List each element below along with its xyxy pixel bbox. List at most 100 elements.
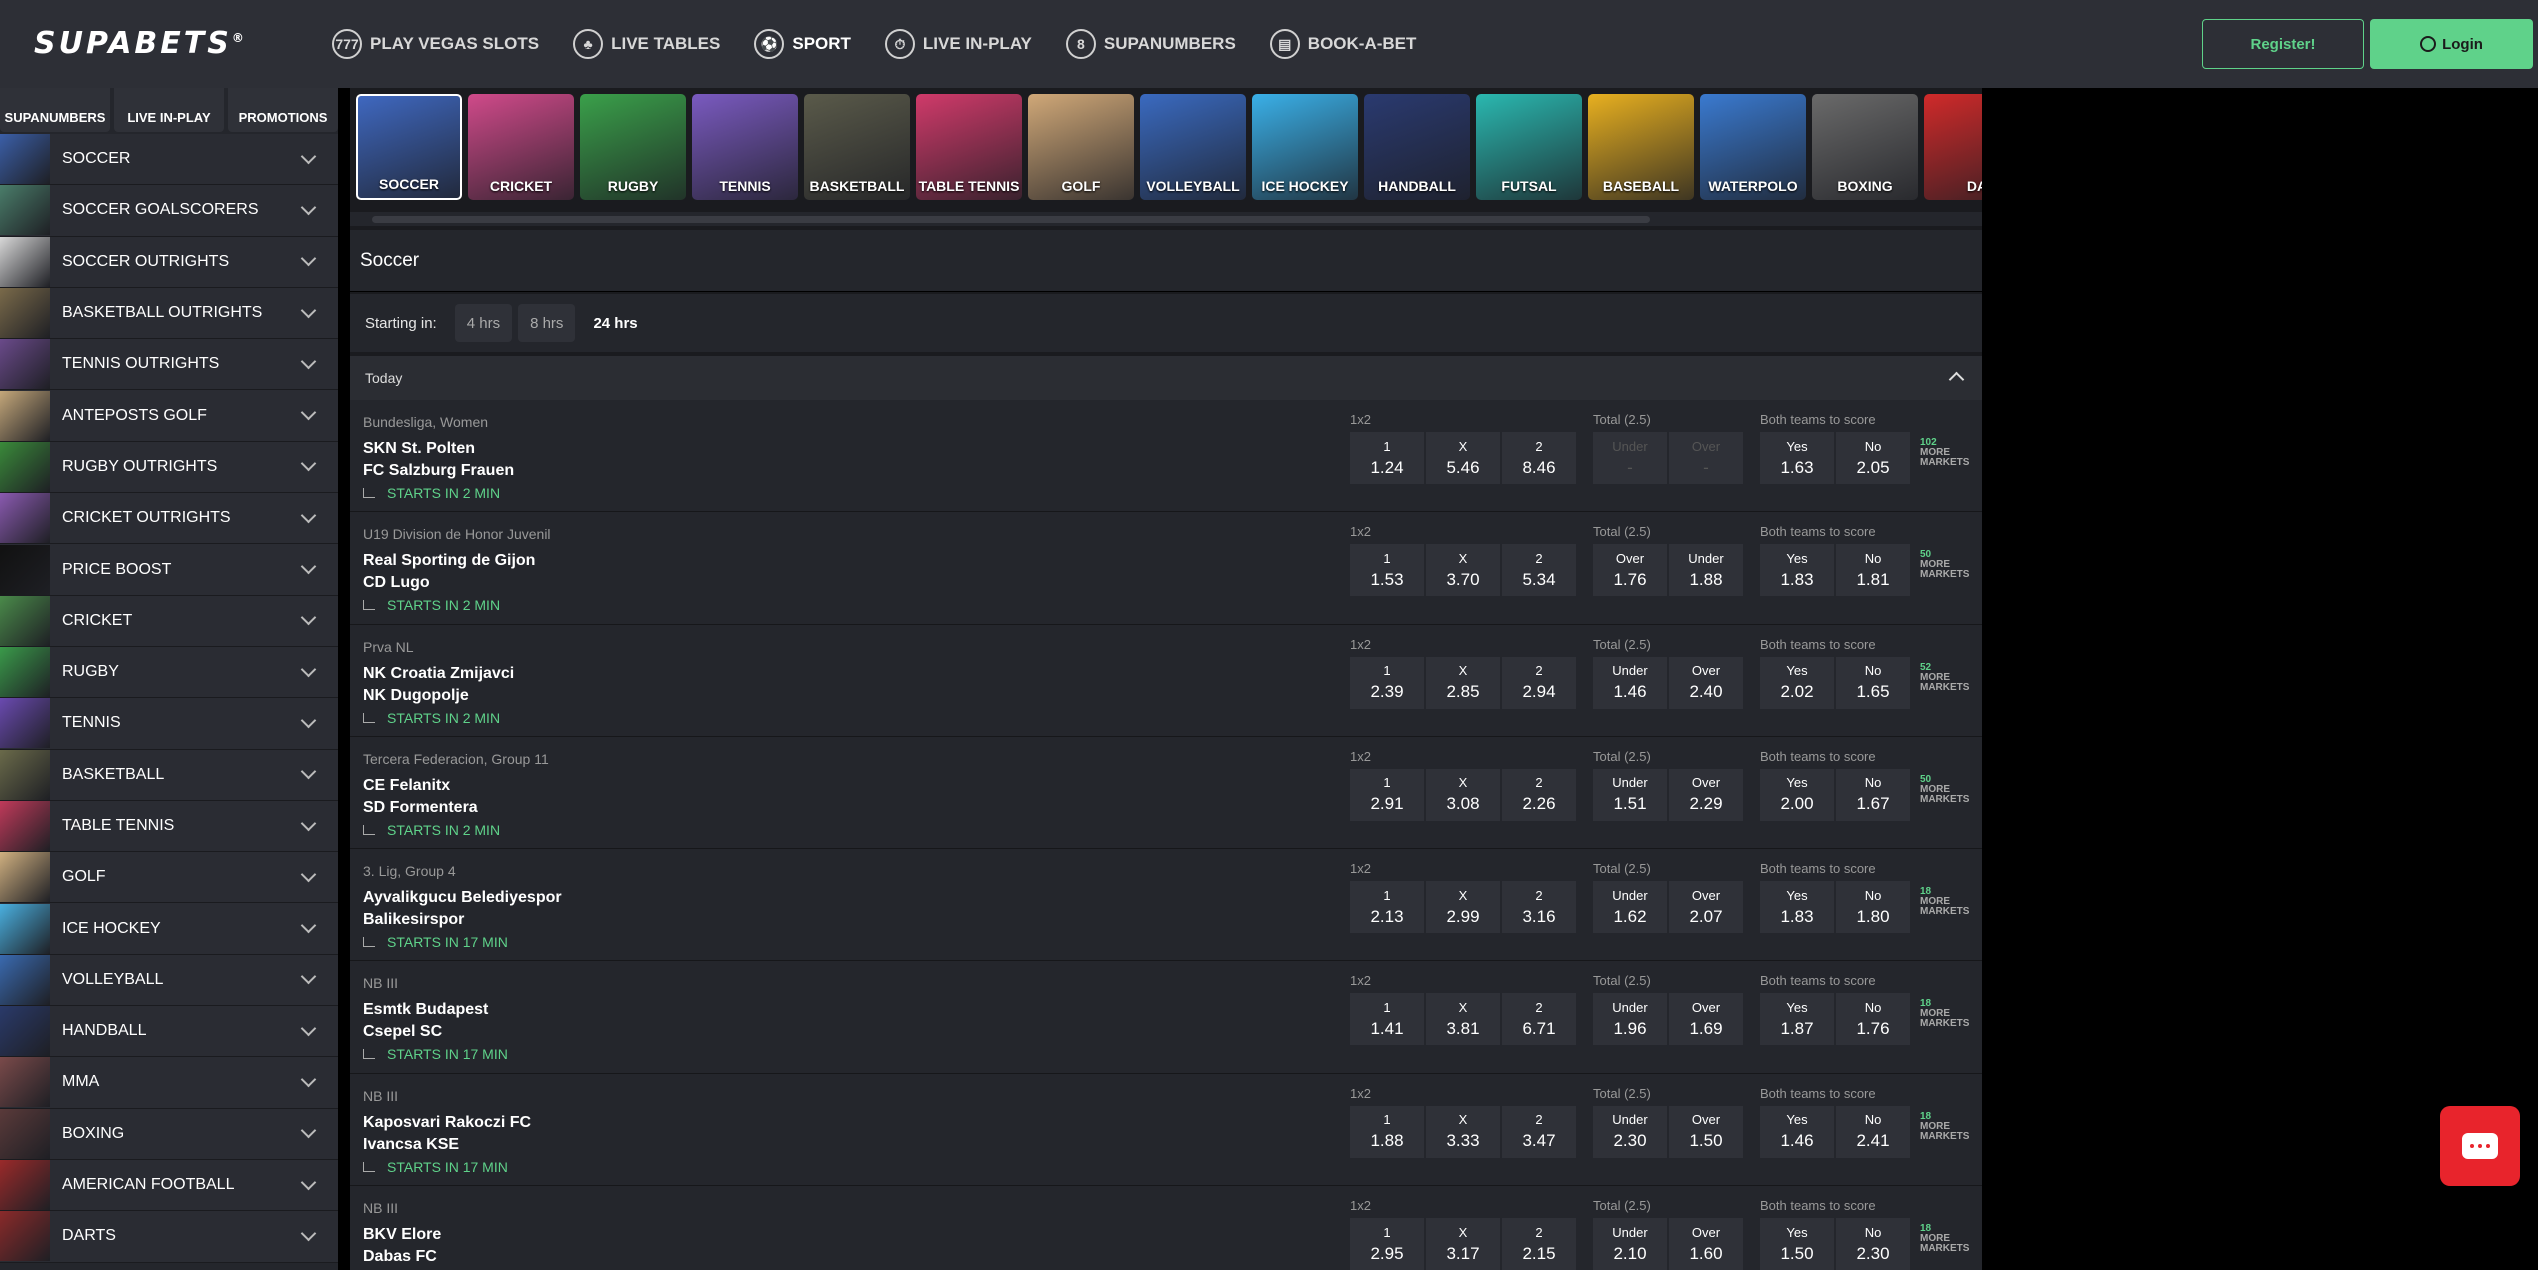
sport-tile-futsal[interactable]: FUTSAL (1476, 94, 1582, 200)
chevron-down-icon[interactable] (300, 1020, 317, 1036)
odds-button[interactable]: No 1.81 (1836, 544, 1910, 597)
odds-button[interactable]: X 2.85 (1426, 656, 1500, 709)
odds-button[interactable]: 2 8.46 (1502, 432, 1576, 484)
nav-play-vegas-slots[interactable]: 777 PLAY VEGAS SLOTS (332, 24, 539, 64)
event-row[interactable]: 3. Lig, Group 4 Ayvalikgucu Belediyespor B… (350, 849, 1982, 962)
chevron-down-icon[interactable] (300, 712, 317, 729)
sidebar-item-price-boost[interactable]: PRICE BOOST (0, 544, 338, 596)
odds-button[interactable]: Yes 1.63 (1760, 432, 1834, 484)
chevron-down-icon[interactable] (300, 148, 317, 164)
event-row[interactable]: Tercera Federacion, Group 11 CE Felanitx S… (350, 736, 1982, 850)
odds-button[interactable]: X 3.33 (1426, 1105, 1500, 1158)
event-row[interactable]: NB III Kaposvari Rakoczi FC Ivancsa KSE STA… (350, 1073, 1982, 1187)
odds-button[interactable]: 2 3.47 (1502, 1105, 1576, 1158)
quick-link-supanumbers[interactable]: SUPANUMBERS (0, 88, 110, 132)
odds-button[interactable]: Yes 2.00 (1760, 768, 1834, 821)
sport-tile-tennis[interactable]: TENNIS (692, 94, 798, 200)
odds-button[interactable]: X 3.17 (1426, 1218, 1500, 1270)
today-section-header[interactable]: Today (350, 356, 1982, 400)
odds-button[interactable]: Yes 1.50 (1760, 1218, 1834, 1270)
sidebar-item-basketball-outrights[interactable]: BASKETBALL OUTRIGHTS (0, 287, 338, 340)
odds-button[interactable]: No 1.67 (1836, 768, 1910, 821)
sidebar-item-basketball[interactable]: BASKETBALL (0, 749, 338, 801)
sport-tile-table-tennis[interactable]: TABLE TENNIS (916, 94, 1022, 200)
odds-button[interactable]: Under 1.96 (1593, 993, 1667, 1046)
stats-chart-icon[interactable] (363, 937, 375, 948)
chevron-down-icon[interactable] (300, 1174, 317, 1190)
odds-button[interactable]: X 5.46 (1426, 432, 1500, 484)
odds-button[interactable]: Yes 1.83 (1760, 881, 1834, 934)
quick-link-live-in-play[interactable]: LIVE IN-PLAY (114, 88, 224, 132)
odds-button[interactable]: Under 2.30 (1593, 1105, 1667, 1158)
sidebar-item-ice-hockey[interactable]: ICE HOCKEY (0, 903, 338, 955)
odds-button[interactable]: No 2.41 (1836, 1105, 1910, 1158)
nav-live-tables[interactable]: ♣ LIVE TABLES (573, 24, 720, 64)
odds-button[interactable]: 1 1.88 (1350, 1105, 1424, 1158)
chevron-down-icon[interactable] (300, 969, 317, 985)
nav-book-a-bet[interactable]: ▤ BOOK-A-BET (1269, 24, 1416, 64)
event-row[interactable]: Bundesliga, Women SKN St. Polten FC Salzbu… (350, 400, 1982, 513)
sport-tile-da[interactable]: DA (1924, 94, 1982, 200)
sport-tile-cricket[interactable]: CRICKET (468, 94, 574, 200)
chevron-down-icon[interactable] (300, 199, 317, 216)
stats-chart-icon[interactable] (363, 488, 375, 498)
odds-button[interactable]: 1 2.13 (1350, 881, 1424, 934)
event-row[interactable]: Prva NL NK Croatia Zmijavci NK Dugopolje ST… (350, 624, 1982, 737)
odds-button[interactable]: Yes 2.02 (1760, 656, 1834, 709)
sidebar-item-soccer[interactable]: SOCCER (0, 134, 338, 186)
sport-tile-rugby[interactable]: RUGBY (580, 94, 686, 200)
sidebar-item-tennis-outrights[interactable]: TENNIS OUTRIGHTS (0, 339, 338, 391)
event-teams[interactable]: Real Sporting de Gijon CD Lugo (363, 550, 535, 594)
filter-24hrs[interactable]: 24 hrs (581, 304, 649, 342)
odds-button[interactable]: Under 2.10 (1593, 1218, 1667, 1270)
odds-button[interactable]: Over 1.50 (1669, 1105, 1743, 1158)
stats-chart-icon[interactable] (363, 1049, 375, 1060)
event-teams[interactable]: Kaposvari Rakoczi FC Ivancsa KSE (363, 1112, 531, 1156)
odds-button[interactable]: X 3.70 (1426, 544, 1500, 597)
sidebar-item-anteposts-golf[interactable]: ANTEPOSTS GOLF (0, 390, 338, 442)
more-markets-link[interactable]: 52 MORE MARKETS (1920, 662, 1969, 693)
sport-tile-golf[interactable]: GOLF (1028, 94, 1134, 200)
odds-button[interactable]: No 1.65 (1836, 656, 1910, 709)
event-teams[interactable]: SKN St. Polten FC Salzburg Frauen (363, 438, 514, 482)
chevron-up-icon[interactable] (1948, 371, 1965, 388)
odds-button[interactable]: Over 1.76 (1593, 544, 1667, 597)
odds-button[interactable]: Under 1.46 (1593, 656, 1667, 709)
chevron-down-icon[interactable] (300, 558, 317, 575)
odds-button[interactable]: 1 1.53 (1350, 544, 1424, 597)
chevron-down-icon[interactable] (300, 353, 317, 370)
odds-button[interactable]: X 3.81 (1426, 993, 1500, 1046)
sidebar-item-mma[interactable]: MMA (0, 1057, 338, 1109)
more-markets-link[interactable]: 102 MORE MARKETS (1920, 438, 1969, 468)
sport-tile-boxing[interactable]: BOXING (1812, 94, 1918, 200)
quick-link-promotions[interactable]: PROMOTIONS (228, 88, 338, 132)
event-teams[interactable]: BKV Elore Dabas FC (363, 1224, 441, 1268)
stats-chart-icon[interactable] (363, 600, 375, 611)
scrollbar-thumb[interactable] (372, 216, 1650, 223)
sidebar-item-tennis[interactable]: TENNIS (0, 698, 338, 750)
chevron-down-icon[interactable] (300, 507, 317, 523)
login-button[interactable]: Login (2370, 19, 2533, 69)
event-row[interactable]: U19 Division de Honor Juvenil Real Sporti… (350, 512, 1982, 625)
nav-live-in-play[interactable]: ⏱ LIVE IN-PLAY (884, 24, 1032, 64)
sidebar-item-darts[interactable]: DARTS (0, 1211, 338, 1263)
nav-sport[interactable]: ⚽ SPORT (754, 24, 851, 64)
more-markets-link[interactable]: 18 MORE MARKETS (1920, 1111, 1969, 1142)
chevron-down-icon[interactable] (300, 866, 317, 883)
odds-button[interactable]: Yes 1.46 (1760, 1105, 1834, 1158)
odds-button[interactable]: 1 2.39 (1350, 656, 1424, 709)
sport-tile-soccer[interactable]: SOCCER (356, 94, 462, 200)
more-markets-link[interactable]: 18 MORE MARKETS (1920, 887, 1969, 917)
sidebar-item-soccer-goalscorers[interactable]: SOCCER GOALSCORERS (0, 185, 338, 237)
odds-button[interactable]: X 2.99 (1426, 881, 1500, 934)
filter-8hrs[interactable]: 8 hrs (518, 304, 576, 342)
chevron-down-icon[interactable] (300, 302, 317, 318)
chevron-down-icon[interactable] (300, 917, 317, 934)
sport-tile-waterpolo[interactable]: WATERPOLO (1700, 94, 1806, 200)
odds-button[interactable]: 2 2.15 (1502, 1218, 1576, 1270)
chevron-down-icon[interactable] (300, 763, 317, 780)
odds-button[interactable]: 2 6.71 (1502, 993, 1576, 1046)
sidebar-item-soccer-outrights[interactable]: SOCCER OUTRIGHTS (0, 236, 338, 288)
odds-button[interactable]: No 2.30 (1836, 1218, 1910, 1270)
odds-button[interactable]: 1 1.41 (1350, 993, 1424, 1046)
